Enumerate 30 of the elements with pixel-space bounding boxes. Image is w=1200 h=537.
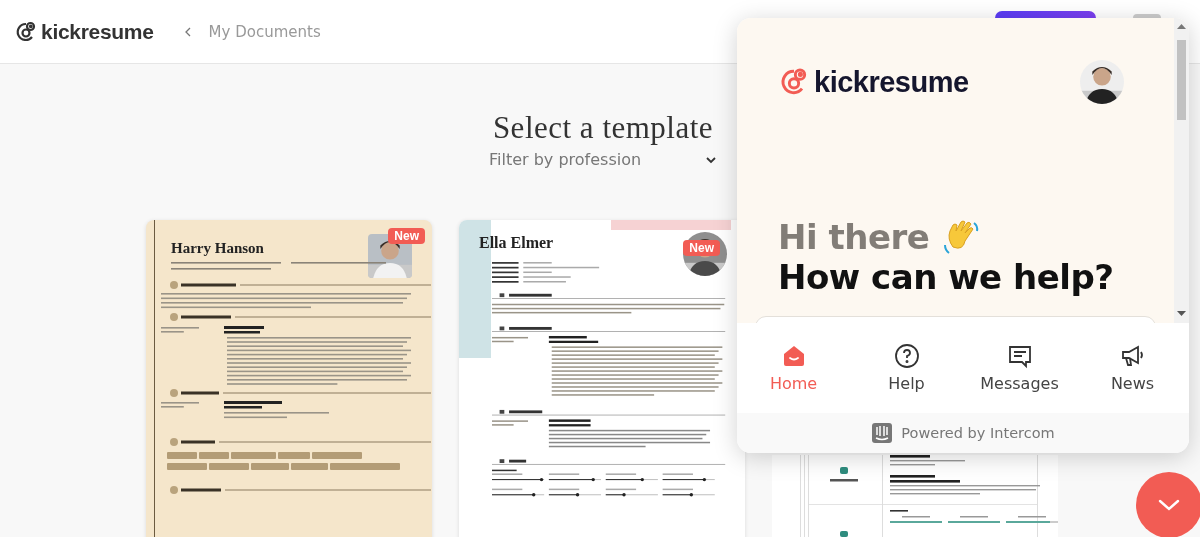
new-badge: New <box>683 240 720 256</box>
greeting: Hi there <box>778 217 930 257</box>
message-icon <box>1006 343 1033 369</box>
nav-tab[interactable]: Help <box>850 323 963 413</box>
help-question: How can we help? <box>778 257 1115 297</box>
logo-text: kickresume <box>41 19 154 44</box>
megaphone-icon <box>1119 343 1146 369</box>
nav-tab[interactable]: News <box>1076 323 1189 413</box>
scrollbar[interactable] <box>1174 18 1189 323</box>
intercom-icon <box>871 422 894 444</box>
powered-by-text[interactable]: Powered by Intercom <box>901 425 1055 441</box>
widget-logo-text: kickresume <box>814 65 969 99</box>
resume-template-card[interactable]: Ella Elmer New <box>459 220 745 537</box>
account-button[interactable] <box>995 11 1096 18</box>
help-icon <box>893 343 920 369</box>
close-chat-button[interactable] <box>1136 472 1200 537</box>
resume-name: Ella Elmer <box>479 234 554 252</box>
nav-tab[interactable]: Messages <box>963 323 1076 413</box>
profession-filter[interactable]: Filter by profession <box>489 150 717 169</box>
scroll-up-icon[interactable] <box>1177 23 1186 29</box>
page-title: Select a template <box>492 110 714 146</box>
resume-template-card[interactable]: Harry Hanson New <box>146 220 432 537</box>
chevron-down-icon <box>705 155 717 164</box>
back-chevron-icon[interactable] <box>183 26 192 37</box>
resume-name: Harry Hanson <box>171 240 264 257</box>
new-badge: New <box>388 228 425 244</box>
chevron-down-icon <box>1157 498 1181 512</box>
chameleon-logo-icon <box>14 19 38 44</box>
scroll-down-icon[interactable] <box>1177 311 1186 317</box>
scrollbar-thumb[interactable] <box>1177 40 1186 120</box>
